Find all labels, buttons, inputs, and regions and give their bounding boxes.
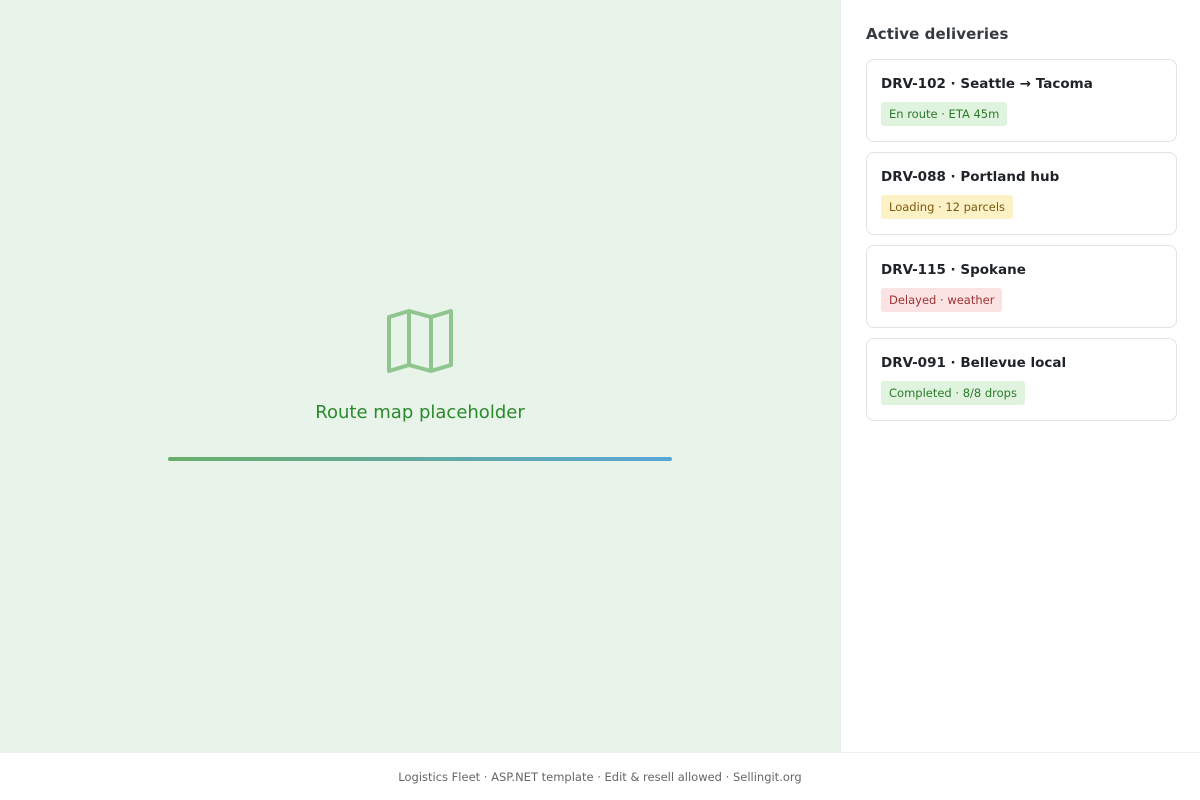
status-badge: Delayed · weather	[881, 288, 1003, 312]
delivery-title: DRV-102 · Seattle → Tacoma	[881, 76, 1093, 92]
delivery-card-drv-091[interactable]: DRV-091 · Bellevue local Completed · 8/8…	[866, 338, 1177, 421]
app-root: Route map placeholder Active deliveries …	[0, 0, 1200, 800]
page-footer: Logistics Fleet · ASP.NET template · Edi…	[0, 752, 1200, 800]
delivery-title: DRV-091 · Bellevue local	[881, 355, 1067, 371]
sidebar-title: Active deliveries	[866, 25, 1009, 43]
status-badge: Loading · 12 parcels	[881, 195, 1014, 219]
route-map[interactable]: Route map placeholder	[0, 0, 840, 752]
footer-text: Logistics Fleet · ASP.NET template · Edi…	[398, 770, 802, 784]
deliveries-sidebar: Active deliveries DRV-102 · Seattle → Ta…	[840, 0, 1200, 752]
delivery-card-drv-088[interactable]: DRV-088 · Portland hub Loading · 12 parc…	[866, 152, 1177, 235]
map-placeholder-label: Route map placeholder	[315, 402, 525, 423]
delivery-list: DRV-102 · Seattle → Tacoma En route · ET…	[866, 59, 1177, 431]
status-badge: En route · ETA 45m	[881, 102, 1008, 126]
delivery-card-drv-115[interactable]: DRV-115 · Spokane Delayed · weather	[866, 245, 1177, 328]
map-icon	[387, 309, 453, 373]
delivery-title: DRV-115 · Spokane	[881, 262, 1026, 278]
delivery-card-drv-102[interactable]: DRV-102 · Seattle → Tacoma En route · ET…	[866, 59, 1177, 142]
status-badge: Completed · 8/8 drops	[881, 381, 1025, 405]
delivery-title: DRV-088 · Portland hub	[881, 169, 1060, 185]
route-progress-bar	[168, 457, 672, 461]
